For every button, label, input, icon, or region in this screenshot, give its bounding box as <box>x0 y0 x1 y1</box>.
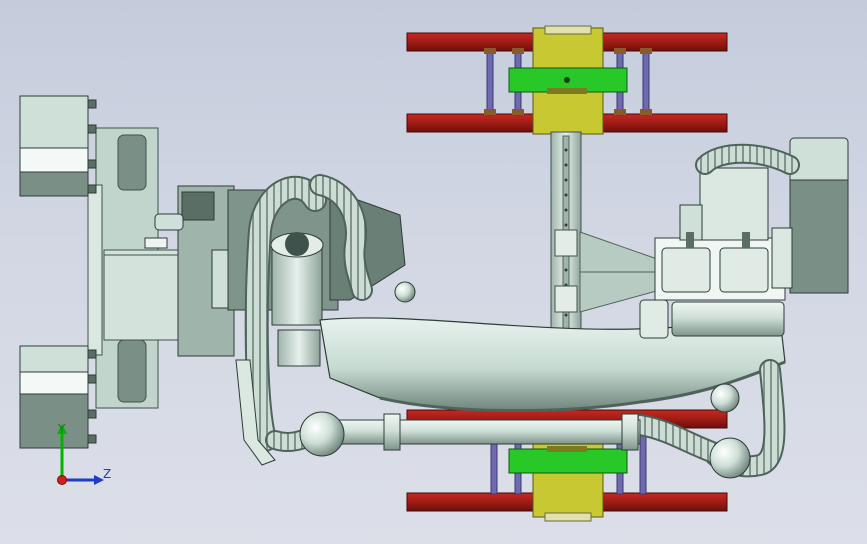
upper-sensor-block[interactable] <box>19 95 89 197</box>
z-axis-label: Z <box>103 467 112 481</box>
cad-3d-viewport[interactable]: Y Z <box>0 0 867 544</box>
top-clamp-pin-icon <box>564 77 570 83</box>
y-axis-label: Y <box>58 422 66 436</box>
left-mounting-frame[interactable] <box>19 95 205 449</box>
right-end-effector[interactable] <box>639 137 849 339</box>
origin-point-icon <box>57 475 67 485</box>
top-gripper[interactable] <box>406 25 728 135</box>
bottom-yellow-slide-block[interactable] <box>532 431 604 518</box>
robot-gripper-assembly-model[interactable] <box>0 0 867 544</box>
bottom-green-clamp[interactable] <box>508 448 628 474</box>
